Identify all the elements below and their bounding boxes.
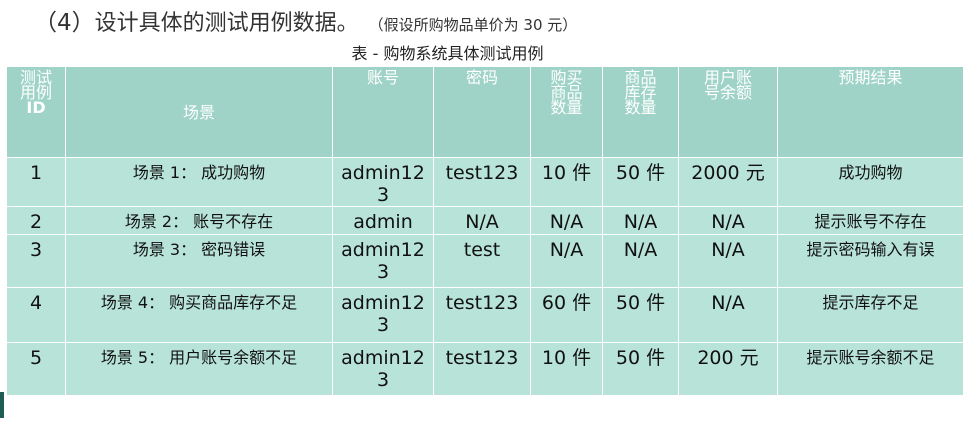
cell-balance: N/A: [678, 234, 778, 288]
cell-stock: 50 件: [602, 287, 679, 343]
section-note: （假设所购物品单价为 30 元）: [368, 16, 578, 34]
cell-stock: N/A: [602, 206, 679, 235]
cell-scene: 场景 5： 用户账号余额不足: [65, 342, 333, 396]
cell-id: 5: [6, 342, 66, 396]
table-row: 2 场景 2： 账号不存在 admin N/A N/A N/A N/A 提示账号…: [6, 206, 964, 235]
cell-qty: 60 件: [530, 287, 603, 343]
header-account: 账号: [332, 66, 434, 158]
header-balance: 用户账 号余额: [678, 66, 778, 158]
cell-stock: 50 件: [602, 157, 679, 207]
cell-account: admin123: [332, 342, 434, 396]
cell-expected: 提示账号不存在: [777, 206, 964, 235]
cell-id: 3: [6, 234, 66, 288]
header-scene: 场景: [65, 66, 333, 158]
cell-scene: 场景 2： 账号不存在: [65, 206, 333, 235]
accent-bar: [0, 392, 4, 418]
cell-qty: 10 件: [530, 342, 603, 396]
cell-balance: 200 元: [678, 342, 778, 396]
cell-password: test123: [433, 342, 531, 396]
test-case-table: 测试 用例 ID 场景 账号 密码 购买 商品 数量 商品 库存 数量 用户账 …: [6, 66, 964, 396]
cell-expected: 提示库存不足: [777, 287, 964, 343]
table-row: 4 场景 4： 购买商品库存不足 admin123 test123 60 件 5…: [6, 287, 964, 343]
cell-password: test123: [433, 287, 531, 343]
header-purchase-qty: 购买 商品 数量: [530, 66, 603, 158]
cell-scene: 场景 4： 购买商品库存不足: [65, 287, 333, 343]
cell-stock: 50 件: [602, 342, 679, 396]
table-caption: 表 - 购物系统具体测试用例: [351, 44, 544, 63]
table-row: 1 场景 1： 成功购物 admin123 test123 10 件 50 件 …: [6, 157, 964, 207]
cell-password: test: [433, 234, 531, 288]
header-id-line3: ID: [26, 98, 46, 117]
section-heading: （4） 设计具体的测试用例数据。 （假设所购物品单价为 30 元）: [34, 3, 577, 39]
cell-qty: 10 件: [530, 157, 603, 207]
cell-balance: N/A: [678, 287, 778, 343]
cell-balance: N/A: [678, 206, 778, 235]
table-header-row: 测试 用例 ID 场景 账号 密码 购买 商品 数量 商品 库存 数量 用户账 …: [6, 66, 964, 158]
section-number: （4）: [34, 10, 95, 36]
table-row: 5 场景 5： 用户账号余额不足 admin123 test123 10 件 5…: [6, 342, 964, 396]
cell-stock: N/A: [602, 234, 679, 288]
header-balance-line2: 号余额: [703, 83, 752, 102]
cell-id: 4: [6, 287, 66, 343]
header-password: 密码: [433, 66, 531, 158]
cell-expected: 提示密码输入有误: [777, 234, 964, 288]
cell-id: 1: [6, 157, 66, 207]
cell-account: admin123: [332, 234, 434, 288]
cell-password: test123: [433, 157, 531, 207]
section-title: 设计具体的测试用例数据。: [94, 11, 359, 36]
cell-qty: N/A: [530, 234, 603, 288]
cell-balance: 2000 元: [678, 157, 778, 207]
header-case-id: 测试 用例 ID: [6, 66, 66, 158]
cell-account: admin: [332, 206, 434, 235]
cell-expected: 提示账号余额不足: [777, 342, 964, 396]
header-qty-line3: 数量: [550, 98, 583, 117]
header-expected: 预期结果: [777, 66, 964, 158]
cell-account: admin123: [332, 287, 434, 343]
cell-scene: 场景 1： 成功购物: [65, 157, 333, 207]
table-row: 3 场景 3： 密码错误 admin123 test N/A N/A N/A 提…: [6, 234, 964, 288]
cell-id: 2: [6, 206, 66, 235]
cell-expected: 成功购物: [777, 157, 964, 207]
header-stock-line3: 数量: [624, 98, 657, 117]
cell-scene: 场景 3： 密码错误: [65, 234, 333, 288]
cell-password: N/A: [433, 206, 531, 235]
cell-account: admin123: [332, 157, 434, 207]
cell-qty: N/A: [530, 206, 603, 235]
header-stock-qty: 商品 库存 数量: [602, 66, 679, 158]
